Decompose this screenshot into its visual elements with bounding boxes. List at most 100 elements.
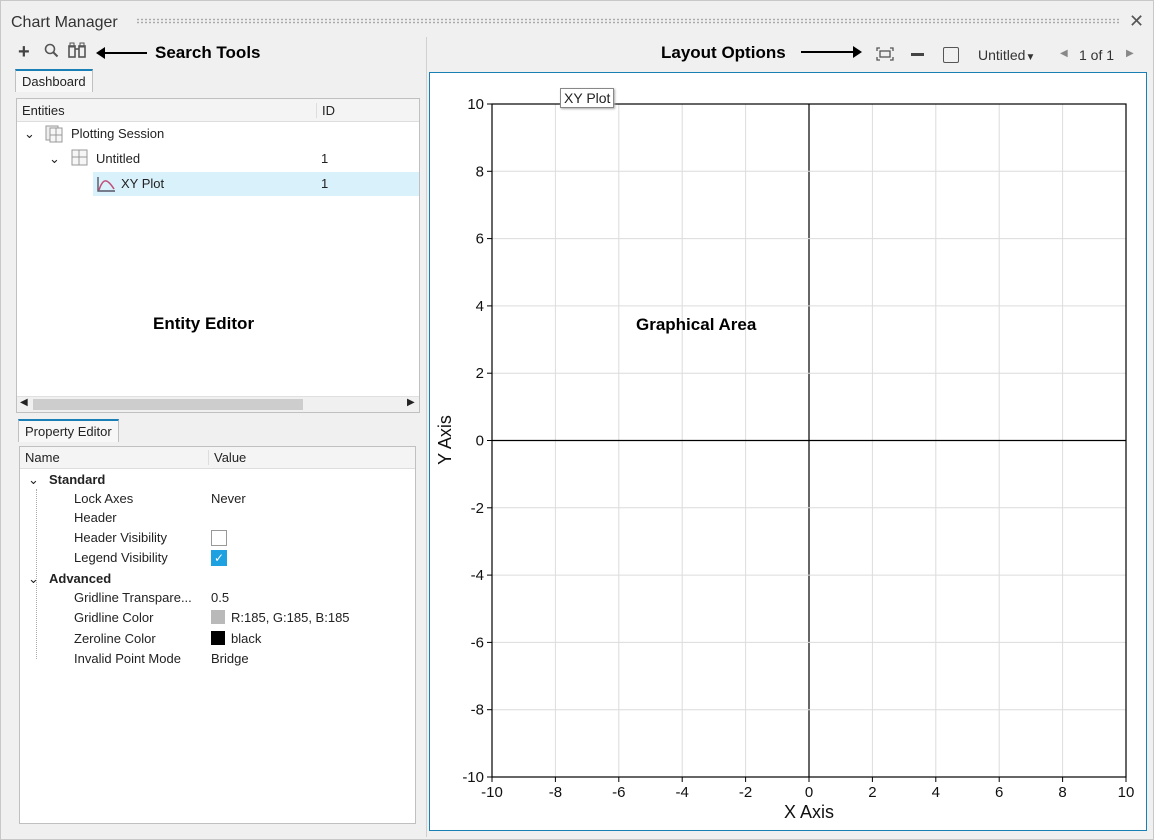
y-tick-label: 0: [476, 433, 484, 450]
x-axis-label: X Axis: [784, 802, 834, 822]
property-name: Lock Axes: [74, 491, 134, 506]
property-name: Zeroline Color: [74, 631, 156, 646]
header-visibility-checkbox[interactable]: [211, 530, 227, 546]
arrow-head-icon: [853, 46, 862, 58]
x-tick-label: -4: [676, 784, 689, 801]
search-icon[interactable]: [44, 43, 59, 63]
y-tick-label: -8: [471, 702, 484, 719]
page-indicator: 1 of 1: [1079, 47, 1115, 63]
x-tick-label: -6: [612, 784, 625, 801]
y-axis-label: Y Axis: [435, 415, 455, 465]
scroll-right-icon[interactable]: ▶: [407, 397, 415, 408]
y-tick-label: -10: [462, 769, 484, 786]
y-tick-label: 2: [476, 365, 484, 382]
layout-options-label: Layout Options: [661, 43, 786, 62]
tree-row-plotting-session[interactable]: ⌄ Plotting Session: [17, 122, 419, 146]
property-zeroline-color[interactable]: Zeroline Color black: [20, 629, 415, 649]
y-tick-label: 10: [467, 96, 484, 113]
column-id[interactable]: ID: [317, 103, 335, 118]
property-value[interactable]: black: [231, 631, 261, 646]
entity-editor: Entities ID ⌄ Plotting Session ⌄ Untitle…: [16, 98, 420, 413]
tab-dashboard[interactable]: Dashboard: [15, 69, 93, 92]
close-icon[interactable]: ✕: [1129, 11, 1144, 32]
property-name: Gridline Transpare...: [74, 590, 192, 605]
property-value[interactable]: Never: [211, 489, 246, 509]
property-name: Legend Visibility: [74, 550, 168, 565]
tab-property-editor[interactable]: Property Editor: [18, 419, 119, 442]
xy-plot-icon: [96, 176, 116, 200]
search-tools-label: Search Tools: [155, 43, 261, 62]
property-name: Header Visibility: [74, 530, 167, 545]
tree-label: Plotting Session: [71, 126, 165, 141]
group-label: Standard: [49, 472, 106, 487]
y-tick-label: 4: [476, 298, 484, 315]
property-header-visibility[interactable]: Header Visibility: [20, 528, 415, 548]
prev-page-icon[interactable]: ◀: [1060, 48, 1068, 59]
chevron-down-icon[interactable]: ⌄: [24, 122, 35, 146]
column-value[interactable]: Value: [209, 450, 246, 465]
x-tick-label: 8: [1058, 784, 1066, 801]
x-tick-label: -8: [549, 784, 562, 801]
chevron-down-icon[interactable]: ⌄: [49, 147, 60, 171]
minimize-icon[interactable]: [911, 53, 924, 56]
group-label: Advanced: [49, 571, 112, 586]
tree-row-untitled[interactable]: ⌄ Untitled 1: [17, 147, 419, 171]
xy-plot-chart[interactable]: -10 -8 -6 -4 -2 0 2 4 6 8 10 10 8 6 4 2 0 -2 -4 -6 -8 -10 X A…: [429, 72, 1147, 831]
property-header[interactable]: Header: [20, 508, 415, 528]
y-tick-label: -2: [471, 500, 484, 517]
y-tick-label: 8: [476, 163, 484, 180]
color-swatch[interactable]: [211, 631, 225, 645]
splitter[interactable]: [426, 37, 427, 837]
column-name[interactable]: Name: [20, 450, 209, 465]
tree-id: 1: [321, 151, 329, 166]
property-name: Header: [74, 510, 117, 525]
x-tick-label: 2: [868, 784, 876, 801]
y-tick-label: -6: [471, 634, 484, 651]
add-icon[interactable]: +: [18, 41, 30, 64]
property-name: Invalid Point Mode: [74, 651, 181, 666]
property-invalid-point-mode[interactable]: Invalid Point Mode Bridge: [20, 649, 415, 669]
x-tick-label: 10: [1118, 784, 1135, 801]
x-tick-label: -2: [739, 784, 752, 801]
x-tick-label: 6: [995, 784, 1003, 801]
plot-title-tooltip: XY Plot: [560, 88, 615, 108]
scrollbar-thumb[interactable]: [33, 399, 303, 410]
property-gridline-transparency[interactable]: Gridline Transpare... 0.5: [20, 588, 415, 608]
page-icon: [71, 149, 89, 175]
tree-label: Untitled: [96, 151, 141, 166]
property-value[interactable]: Bridge: [211, 649, 249, 669]
x-tick-label: 4: [932, 784, 940, 801]
arrow-head-icon: [96, 47, 105, 59]
property-lock-axes[interactable]: Lock Axes Never: [20, 489, 415, 509]
property-value[interactable]: 0.5: [211, 588, 229, 608]
property-editor: Name Value ⌄ Standard Lock Axes Never Head…: [19, 446, 416, 824]
annotation-arrow: [101, 52, 147, 54]
scroll-left-icon[interactable]: ◀: [20, 397, 28, 408]
next-page-icon[interactable]: ▶: [1126, 48, 1134, 59]
legend-visibility-checkbox[interactable]: ✓: [211, 550, 227, 566]
drag-grip[interactable]: [136, 18, 1121, 24]
page-select[interactable]: Untitled▼: [978, 47, 1035, 63]
binoculars-icon[interactable]: [68, 42, 86, 64]
chevron-down-icon[interactable]: ⌄: [28, 470, 39, 490]
maximize-icon[interactable]: [943, 47, 959, 63]
tree-id: 1: [321, 176, 329, 191]
graphical-area-label: Graphical Area: [636, 315, 757, 334]
page-select-value: Untitled: [978, 47, 1026, 63]
x-tick-label: 0: [805, 784, 813, 801]
property-legend-visibility[interactable]: Legend Visibility ✓: [20, 548, 415, 568]
tree-label: XY Plot: [121, 176, 165, 191]
x-tick-label: -10: [481, 784, 503, 801]
y-tick-label: -4: [471, 567, 484, 584]
group-advanced[interactable]: ⌄ Advanced: [20, 569, 415, 589]
entity-editor-label: Entity Editor: [153, 314, 255, 333]
fit-icon[interactable]: [876, 47, 894, 64]
tree-row-xy-plot[interactable]: XY Plot 1: [93, 172, 419, 196]
property-gridline-color[interactable]: Gridline Color R:185, G:185, B:185: [20, 608, 415, 628]
chevron-down-icon[interactable]: ⌄: [28, 569, 39, 589]
column-entities[interactable]: Entities: [17, 102, 317, 118]
horizontal-scrollbar[interactable]: ◀ ▶: [17, 396, 419, 412]
property-value[interactable]: R:185, G:185, B:185: [231, 610, 350, 625]
group-standard[interactable]: ⌄ Standard: [20, 470, 415, 490]
color-swatch[interactable]: [211, 610, 225, 624]
